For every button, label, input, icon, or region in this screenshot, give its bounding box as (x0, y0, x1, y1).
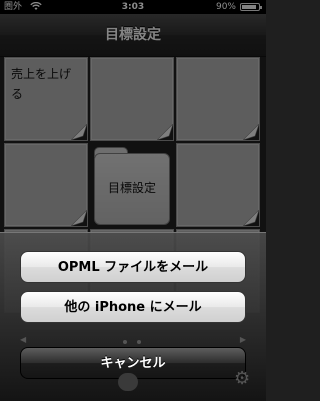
email-other-iphone-button[interactable]: 他の iPhone にメール (20, 291, 246, 323)
page-dot (123, 340, 127, 344)
page-indicator: ◀ ▶ (20, 335, 246, 347)
gear-icon[interactable]: ⚙ (234, 368, 250, 389)
home-icon[interactable] (118, 373, 138, 391)
email-opml-button[interactable]: OPML ファイルをメール (20, 251, 246, 283)
arrow-left-icon: ◀ (20, 335, 27, 344)
arrow-right-icon: ▶ (239, 335, 246, 344)
page-dot (137, 340, 141, 344)
